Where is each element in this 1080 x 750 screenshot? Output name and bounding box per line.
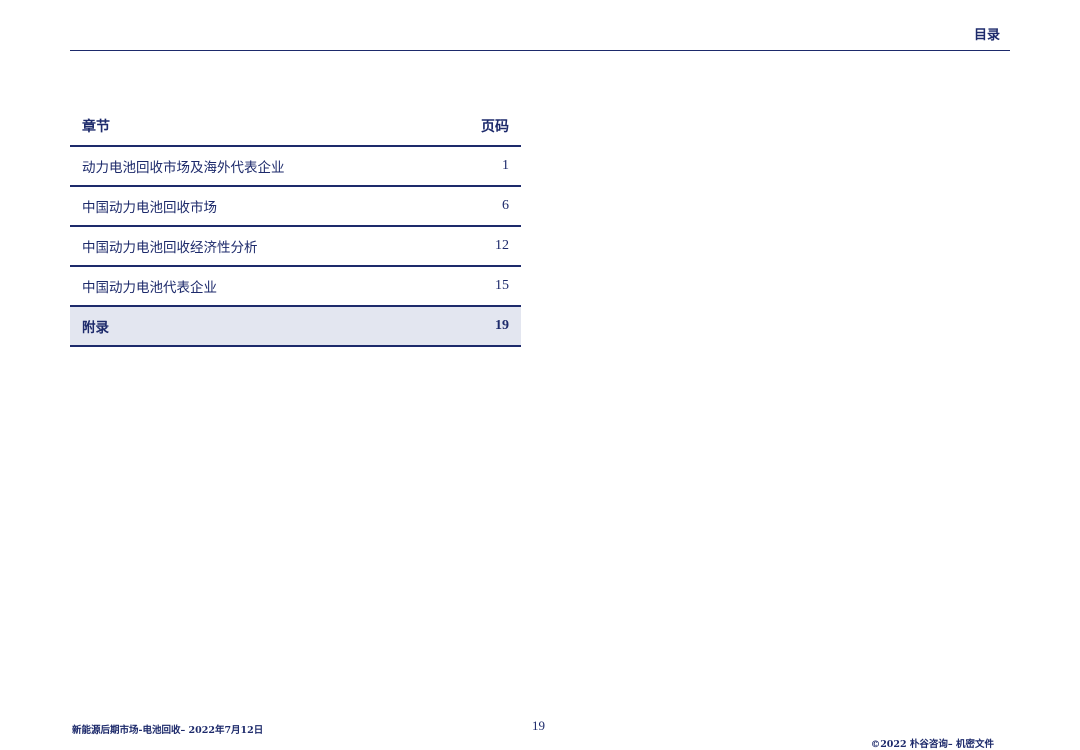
toc-row-page: 15	[495, 278, 509, 293]
table-of-contents: 章节 页码 动力电池回收市场及海外代表企业 1 中国动力电池回收市场 6 中国动…	[70, 107, 521, 347]
toc-row[interactable]: 动力电池回收市场及海外代表企业 1	[70, 147, 521, 187]
footer-report-line: 新能源后期市场-电池回收– 2022年7月12日	[72, 725, 264, 736]
toc-header-chapter: 章节	[82, 119, 110, 135]
footer-page-number: 19	[532, 718, 545, 733]
toc-row-page: 19	[495, 318, 509, 333]
header-divider	[70, 50, 1010, 51]
toc-row-page: 1	[502, 158, 509, 173]
toc-row-title: 动力电池回收市场及海外代表企业	[82, 160, 285, 176]
toc-header-page: 页码	[481, 119, 509, 135]
section-title: 目录	[973, 28, 1000, 43]
toc-row-title: 中国动力电池回收经济性分析	[82, 240, 258, 256]
toc-row-page: 6	[502, 198, 509, 213]
toc-row-title: 中国动力电池代表企业	[82, 280, 217, 296]
toc-row-page: 12	[495, 238, 509, 253]
toc-header-row: 章节 页码	[70, 107, 521, 147]
toc-row[interactable]: 中国动力电池回收市场 6	[70, 187, 521, 227]
toc-row-active[interactable]: 附录 19	[70, 307, 521, 347]
toc-row-title: 附录	[82, 320, 109, 336]
toc-row[interactable]: 中国动力电池代表企业 15	[70, 267, 521, 307]
toc-row[interactable]: 中国动力电池回收经济性分析 12	[70, 227, 521, 267]
toc-row-title: 中国动力电池回收市场	[82, 200, 217, 216]
